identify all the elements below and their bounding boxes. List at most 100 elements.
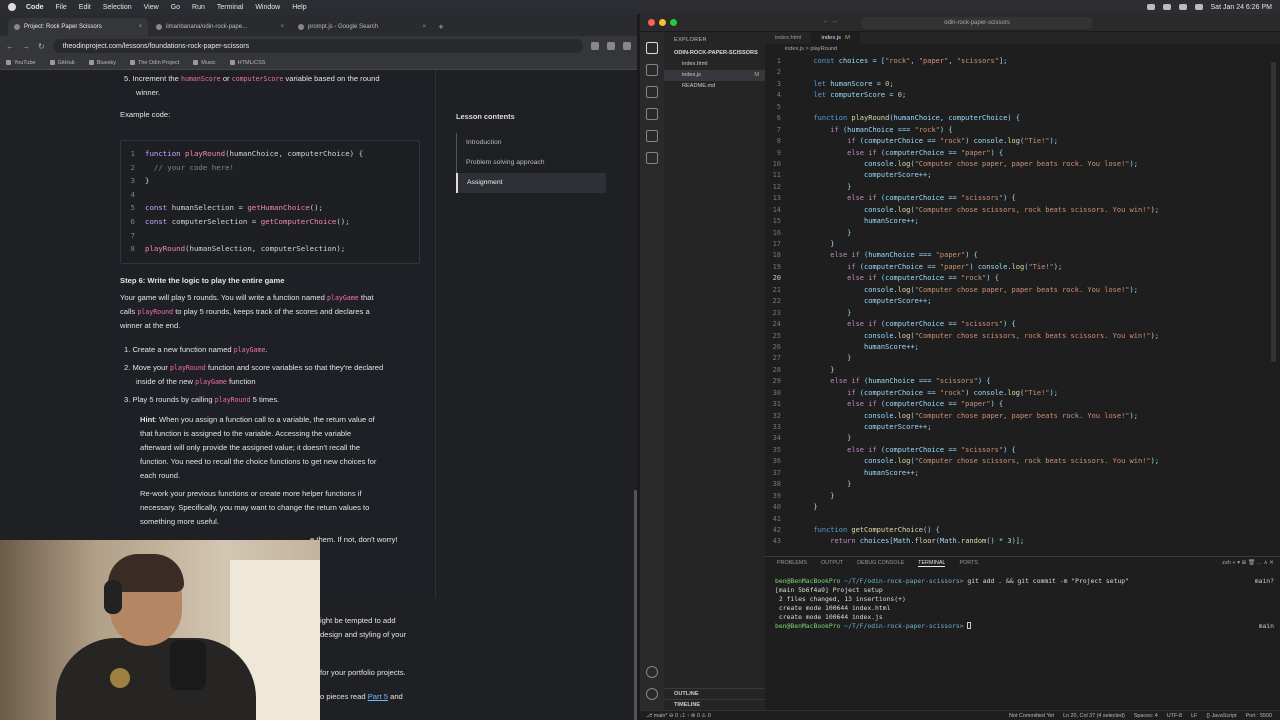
browser-tab[interactable]: ilmanbanana/odin-rock-pape... × <box>150 18 290 36</box>
editor-line[interactable]: 4 let computerScore = 0; <box>765 90 1280 101</box>
editor-line[interactable]: 26 humanScore++; <box>765 342 1280 353</box>
editor-line[interactable]: 41 <box>765 514 1280 525</box>
new-tab-button[interactable]: + <box>434 18 448 36</box>
editor-line[interactable]: 16 } <box>765 228 1280 239</box>
editor-line[interactable]: 5 <box>765 102 1280 113</box>
zoom-window-button[interactable] <box>670 19 677 26</box>
menu-app-name[interactable]: Code <box>26 4 44 11</box>
status-item[interactable]: UTF-8 <box>1167 713 1182 719</box>
editor-line[interactable]: 8 if (computerChoice == "rock") console.… <box>765 136 1280 147</box>
editor-line[interactable]: 40 } <box>765 502 1280 513</box>
editor-line[interactable]: 19 if (computerChoice == "paper") consol… <box>765 262 1280 273</box>
status-icon[interactable] <box>1146 4 1155 10</box>
command-center[interactable]: odin-rock-paper-scissors <box>862 17 1092 29</box>
reload-icon[interactable]: ↻ <box>38 42 45 51</box>
account-icon[interactable] <box>646 666 658 678</box>
menu-edit[interactable]: Edit <box>79 4 91 11</box>
editor-line[interactable]: 13 else if (computerChoice == "scissors"… <box>765 193 1280 204</box>
editor-line[interactable]: 6 function playRound(humanChoice, comput… <box>765 113 1280 124</box>
bookmark-bluesky[interactable]: Bluesky <box>88 60 116 66</box>
bookmark-youtube[interactable]: YouTube <box>6 60 36 66</box>
editor-line[interactable]: 29 else if (humanChoice === "scissors") … <box>765 376 1280 387</box>
editor-line[interactable]: 18 else if (humanChoice === "paper") { <box>765 250 1280 261</box>
editor-line[interactable]: 24 else if (computerChoice == "scissors"… <box>765 319 1280 330</box>
editor-line[interactable]: 34 } <box>765 433 1280 444</box>
timeline-section[interactable]: TIMELINE <box>664 699 765 710</box>
editor-line[interactable]: 22 computerScore++; <box>765 296 1280 307</box>
status-item[interactable]: LF <box>1191 713 1197 719</box>
breadcrumb[interactable]: index.js > playRound <box>765 44 1280 54</box>
url-field[interactable]: theodinproject.com/lessons/foundations-r… <box>52 39 583 53</box>
terminal[interactable]: ben@BenMacBookPro ~/T/F/odin-rock-paper-… <box>765 569 1280 631</box>
editor-tab-index-html[interactable]: index.html <box>765 32 811 44</box>
editor-line[interactable]: 15 humanScore++; <box>765 216 1280 227</box>
editor-line[interactable]: 35 else if (computerChoice == "scissors"… <box>765 445 1280 456</box>
status-item[interactable]: Ln 20, Col 37 (4 selected) <box>1063 713 1125 719</box>
editor-line[interactable]: 20 else if (computerChoice == "rock") { <box>765 273 1280 284</box>
menu-go[interactable]: Go <box>171 4 180 11</box>
file-readme[interactable]: README.md <box>664 81 765 92</box>
browser-tab[interactable]: prompt.js - Google Search × <box>292 18 432 36</box>
menu-window[interactable]: Window <box>255 4 280 11</box>
run-debug-icon[interactable] <box>646 108 658 120</box>
bookmark-github[interactable]: GitHub <box>49 60 75 66</box>
minimize-window-button[interactable] <box>659 19 666 26</box>
search-icon[interactable] <box>646 64 658 76</box>
editor-line[interactable]: 1 const choices = ["rock", "paper", "sci… <box>765 56 1280 67</box>
panel-tab-output[interactable]: OUTPUT <box>821 560 843 566</box>
panel-tab-terminal[interactable]: TERMINAL <box>918 560 946 567</box>
editor-line[interactable]: 27 } <box>765 353 1280 364</box>
bookmark-music[interactable]: Music <box>193 60 216 66</box>
editor-line[interactable]: 38 } <box>765 479 1280 490</box>
apple-icon[interactable] <box>8 3 16 11</box>
page-scrollbar[interactable] <box>634 490 637 720</box>
editor-line[interactable]: 32 console.log("Computer chose paper, pa… <box>765 411 1280 422</box>
editor-line[interactable]: 21 console.log("Computer chose paper, pa… <box>765 285 1280 296</box>
back-icon[interactable]: ← <box>6 42 14 51</box>
code-editor[interactable]: 1 const choices = ["rock", "paper", "sci… <box>765 56 1280 556</box>
status-item[interactable]: Not Committed Yet <box>1009 713 1054 719</box>
lesson-link-assignment[interactable]: Assignment <box>456 173 606 193</box>
extension-icon[interactable] <box>607 42 615 50</box>
editor-line[interactable]: 30 if (computerChoice == "rock") console… <box>765 388 1280 399</box>
bookmark-odin[interactable]: The Odin Project <box>130 60 179 66</box>
editor-line[interactable]: 36 console.log("Computer chose scissors,… <box>765 456 1280 467</box>
editor-scrollbar[interactable] <box>1271 62 1276 362</box>
panel-tab-ports[interactable]: PORTS <box>959 560 977 566</box>
status-item[interactable]: Spaces: 4 <box>1134 713 1158 719</box>
lesson-link-problem-solving[interactable]: Problem solving approach <box>456 153 606 173</box>
menu-run[interactable]: Run <box>192 4 205 11</box>
close-icon[interactable]: × <box>280 24 284 30</box>
gear-icon[interactable] <box>646 688 658 700</box>
explorer-icon[interactable] <box>646 42 658 54</box>
file-index-js[interactable]: index.js M <box>664 70 765 81</box>
history-nav-icons[interactable]: ← → <box>822 18 838 25</box>
close-icon[interactable]: × <box>138 24 142 30</box>
editor-line[interactable]: 25 console.log("Computer chose scissors,… <box>765 331 1280 342</box>
editor-line[interactable]: 23 } <box>765 308 1280 319</box>
panel-controls[interactable]: zsh + ▾ ⊞ 🗑 … ∧ ✕ <box>1222 560 1280 566</box>
status-item[interactable]: Port : 5500 <box>1246 713 1272 719</box>
editor-line[interactable]: 17 } <box>765 239 1280 250</box>
bookmark-htmlcss[interactable]: HTML/CSS <box>229 60 265 66</box>
browser-tab[interactable]: Project: Rock Paper Scissors × <box>8 18 148 36</box>
menu-file[interactable]: File <box>56 4 67 11</box>
status-item[interactable]: {} JavaScript <box>1206 713 1236 719</box>
panel-tab-problems[interactable]: PROBLEMS <box>777 560 807 566</box>
editor-tab-index-js[interactable]: index.js M <box>811 32 860 44</box>
editor-line[interactable]: 10 console.log("Computer chose paper, pa… <box>765 159 1280 170</box>
extensions-icon[interactable] <box>646 130 658 142</box>
editor-line[interactable]: 37 humanScore++; <box>765 468 1280 479</box>
menu-selection[interactable]: Selection <box>103 4 132 11</box>
editor-line[interactable]: 3 let humanScore = 0; <box>765 79 1280 90</box>
branch-status[interactable]: ⎇ main* ⊖ 0 ↓1 ↑ ⊗ 0 ⚠ 0 <box>646 713 711 719</box>
status-icon[interactable] <box>1162 4 1171 10</box>
source-control-icon[interactable] <box>646 86 658 98</box>
editor-line[interactable]: 12 } <box>765 182 1280 193</box>
file-index-html[interactable]: index.html <box>664 59 765 70</box>
python-icon[interactable] <box>646 152 658 164</box>
outline-section[interactable]: OUTLINE <box>664 688 765 699</box>
editor-line[interactable]: 2 <box>765 67 1280 78</box>
lesson-link-introduction[interactable]: Introduction <box>456 133 606 153</box>
editor-line[interactable]: 9 else if (computerChoice == "paper") { <box>765 148 1280 159</box>
